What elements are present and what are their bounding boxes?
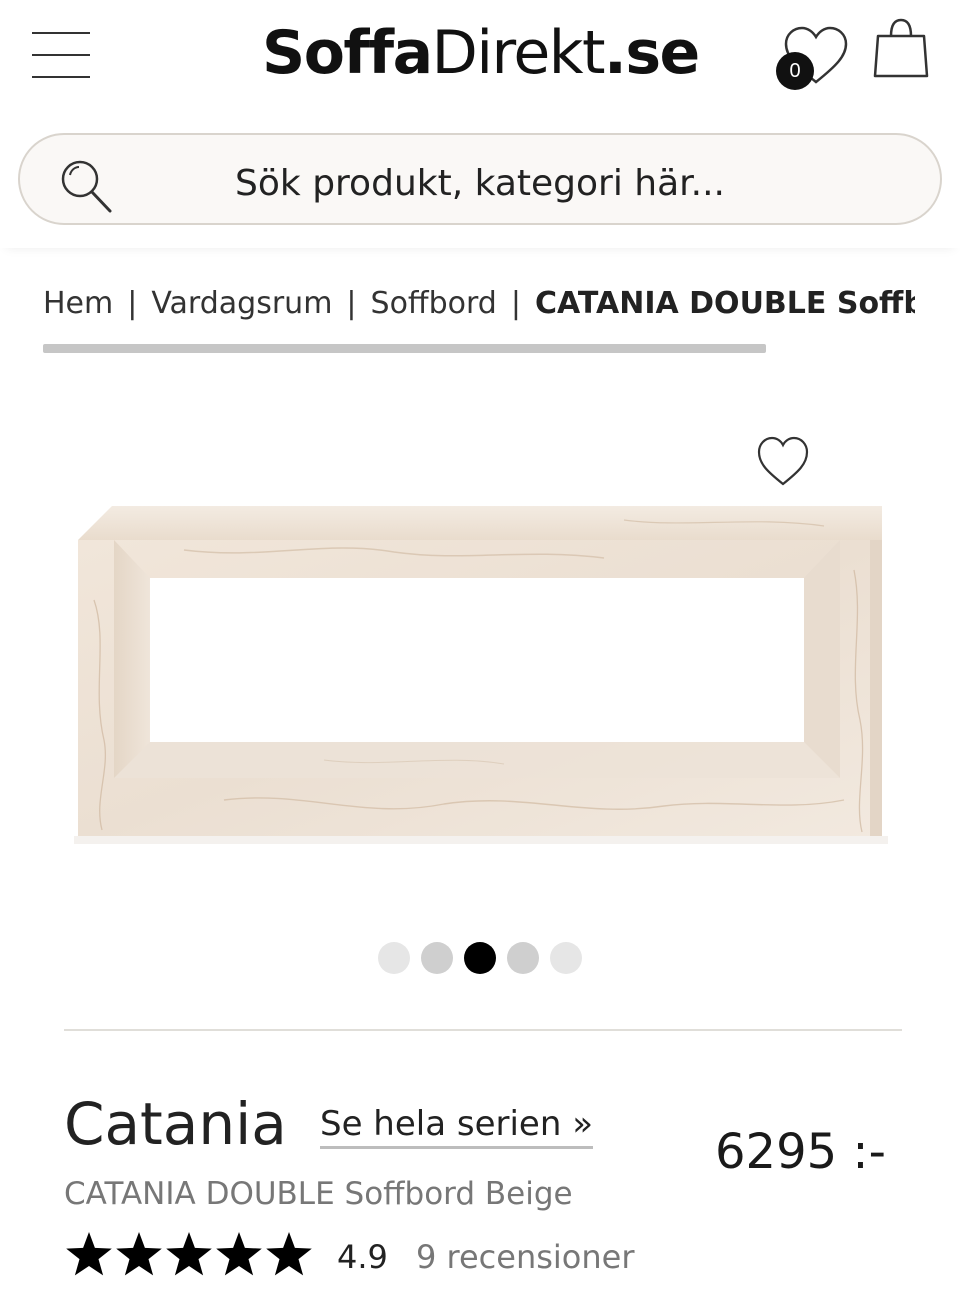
reviews-link[interactable]: 9 recensioner bbox=[416, 1238, 635, 1276]
breadcrumb-scrollbar[interactable] bbox=[43, 344, 766, 353]
logo-bold: Soffa bbox=[262, 18, 433, 88]
logo-regular: Direkt bbox=[431, 18, 606, 88]
wishlist-button[interactable]: 0 bbox=[776, 22, 850, 90]
star-icon bbox=[166, 1232, 212, 1276]
heart-outline-icon[interactable] bbox=[754, 434, 812, 488]
gallery-dot[interactable] bbox=[550, 942, 582, 974]
product-price: 6295 :- bbox=[715, 1124, 886, 1180]
breadcrumb-separator: | bbox=[127, 286, 138, 321]
product-series-title: Catania bbox=[64, 1090, 287, 1158]
gallery-dot[interactable] bbox=[378, 942, 410, 974]
gallery-dots bbox=[378, 942, 588, 974]
hamburger-menu-icon[interactable] bbox=[32, 30, 90, 82]
rating-stars[interactable] bbox=[64, 1228, 314, 1282]
star-icon bbox=[266, 1232, 312, 1276]
breadcrumb-separator: | bbox=[510, 286, 521, 321]
breadcrumb-home[interactable]: Hem bbox=[43, 286, 113, 321]
gallery-dot[interactable] bbox=[421, 942, 453, 974]
search-bar[interactable]: Sök produkt, kategori här... bbox=[18, 133, 942, 225]
star-icon bbox=[116, 1232, 162, 1276]
site-logo[interactable]: SoffaDirekt.se bbox=[262, 18, 700, 88]
see-series-link[interactable]: Se hela serien » bbox=[320, 1104, 593, 1149]
gallery-dot-active[interactable] bbox=[464, 942, 496, 974]
shopping-bag-icon bbox=[873, 18, 929, 78]
search-placeholder: Sök produkt, kategori här... bbox=[235, 163, 725, 204]
site-header: SoffaDirekt.se 0 Sök produkt, kategori h… bbox=[0, 0, 960, 248]
rating-value: 4.9 bbox=[337, 1238, 388, 1276]
section-divider bbox=[64, 1029, 902, 1031]
cart-button[interactable] bbox=[872, 16, 930, 80]
breadcrumb-vardagsrum[interactable]: Vardagsrum bbox=[151, 286, 332, 321]
logo-suffix: .se bbox=[604, 18, 700, 88]
wishlist-count-badge: 0 bbox=[776, 52, 814, 90]
star-icon bbox=[66, 1232, 112, 1276]
breadcrumb: Hem | Vardagsrum | Soffbord | CATANIA DOUBLE S… bbox=[43, 286, 915, 326]
product-full-name: CATANIA DOUBLE Soffbord Beige bbox=[64, 1176, 573, 1212]
breadcrumb-soffbord[interactable]: Soffbord bbox=[371, 286, 497, 321]
star-icon bbox=[216, 1232, 262, 1276]
gallery-dot[interactable] bbox=[507, 942, 539, 974]
breadcrumb-current: CATANIA DOUBLE Soffbord Beige bbox=[534, 286, 915, 321]
breadcrumb-separator: | bbox=[346, 286, 357, 321]
